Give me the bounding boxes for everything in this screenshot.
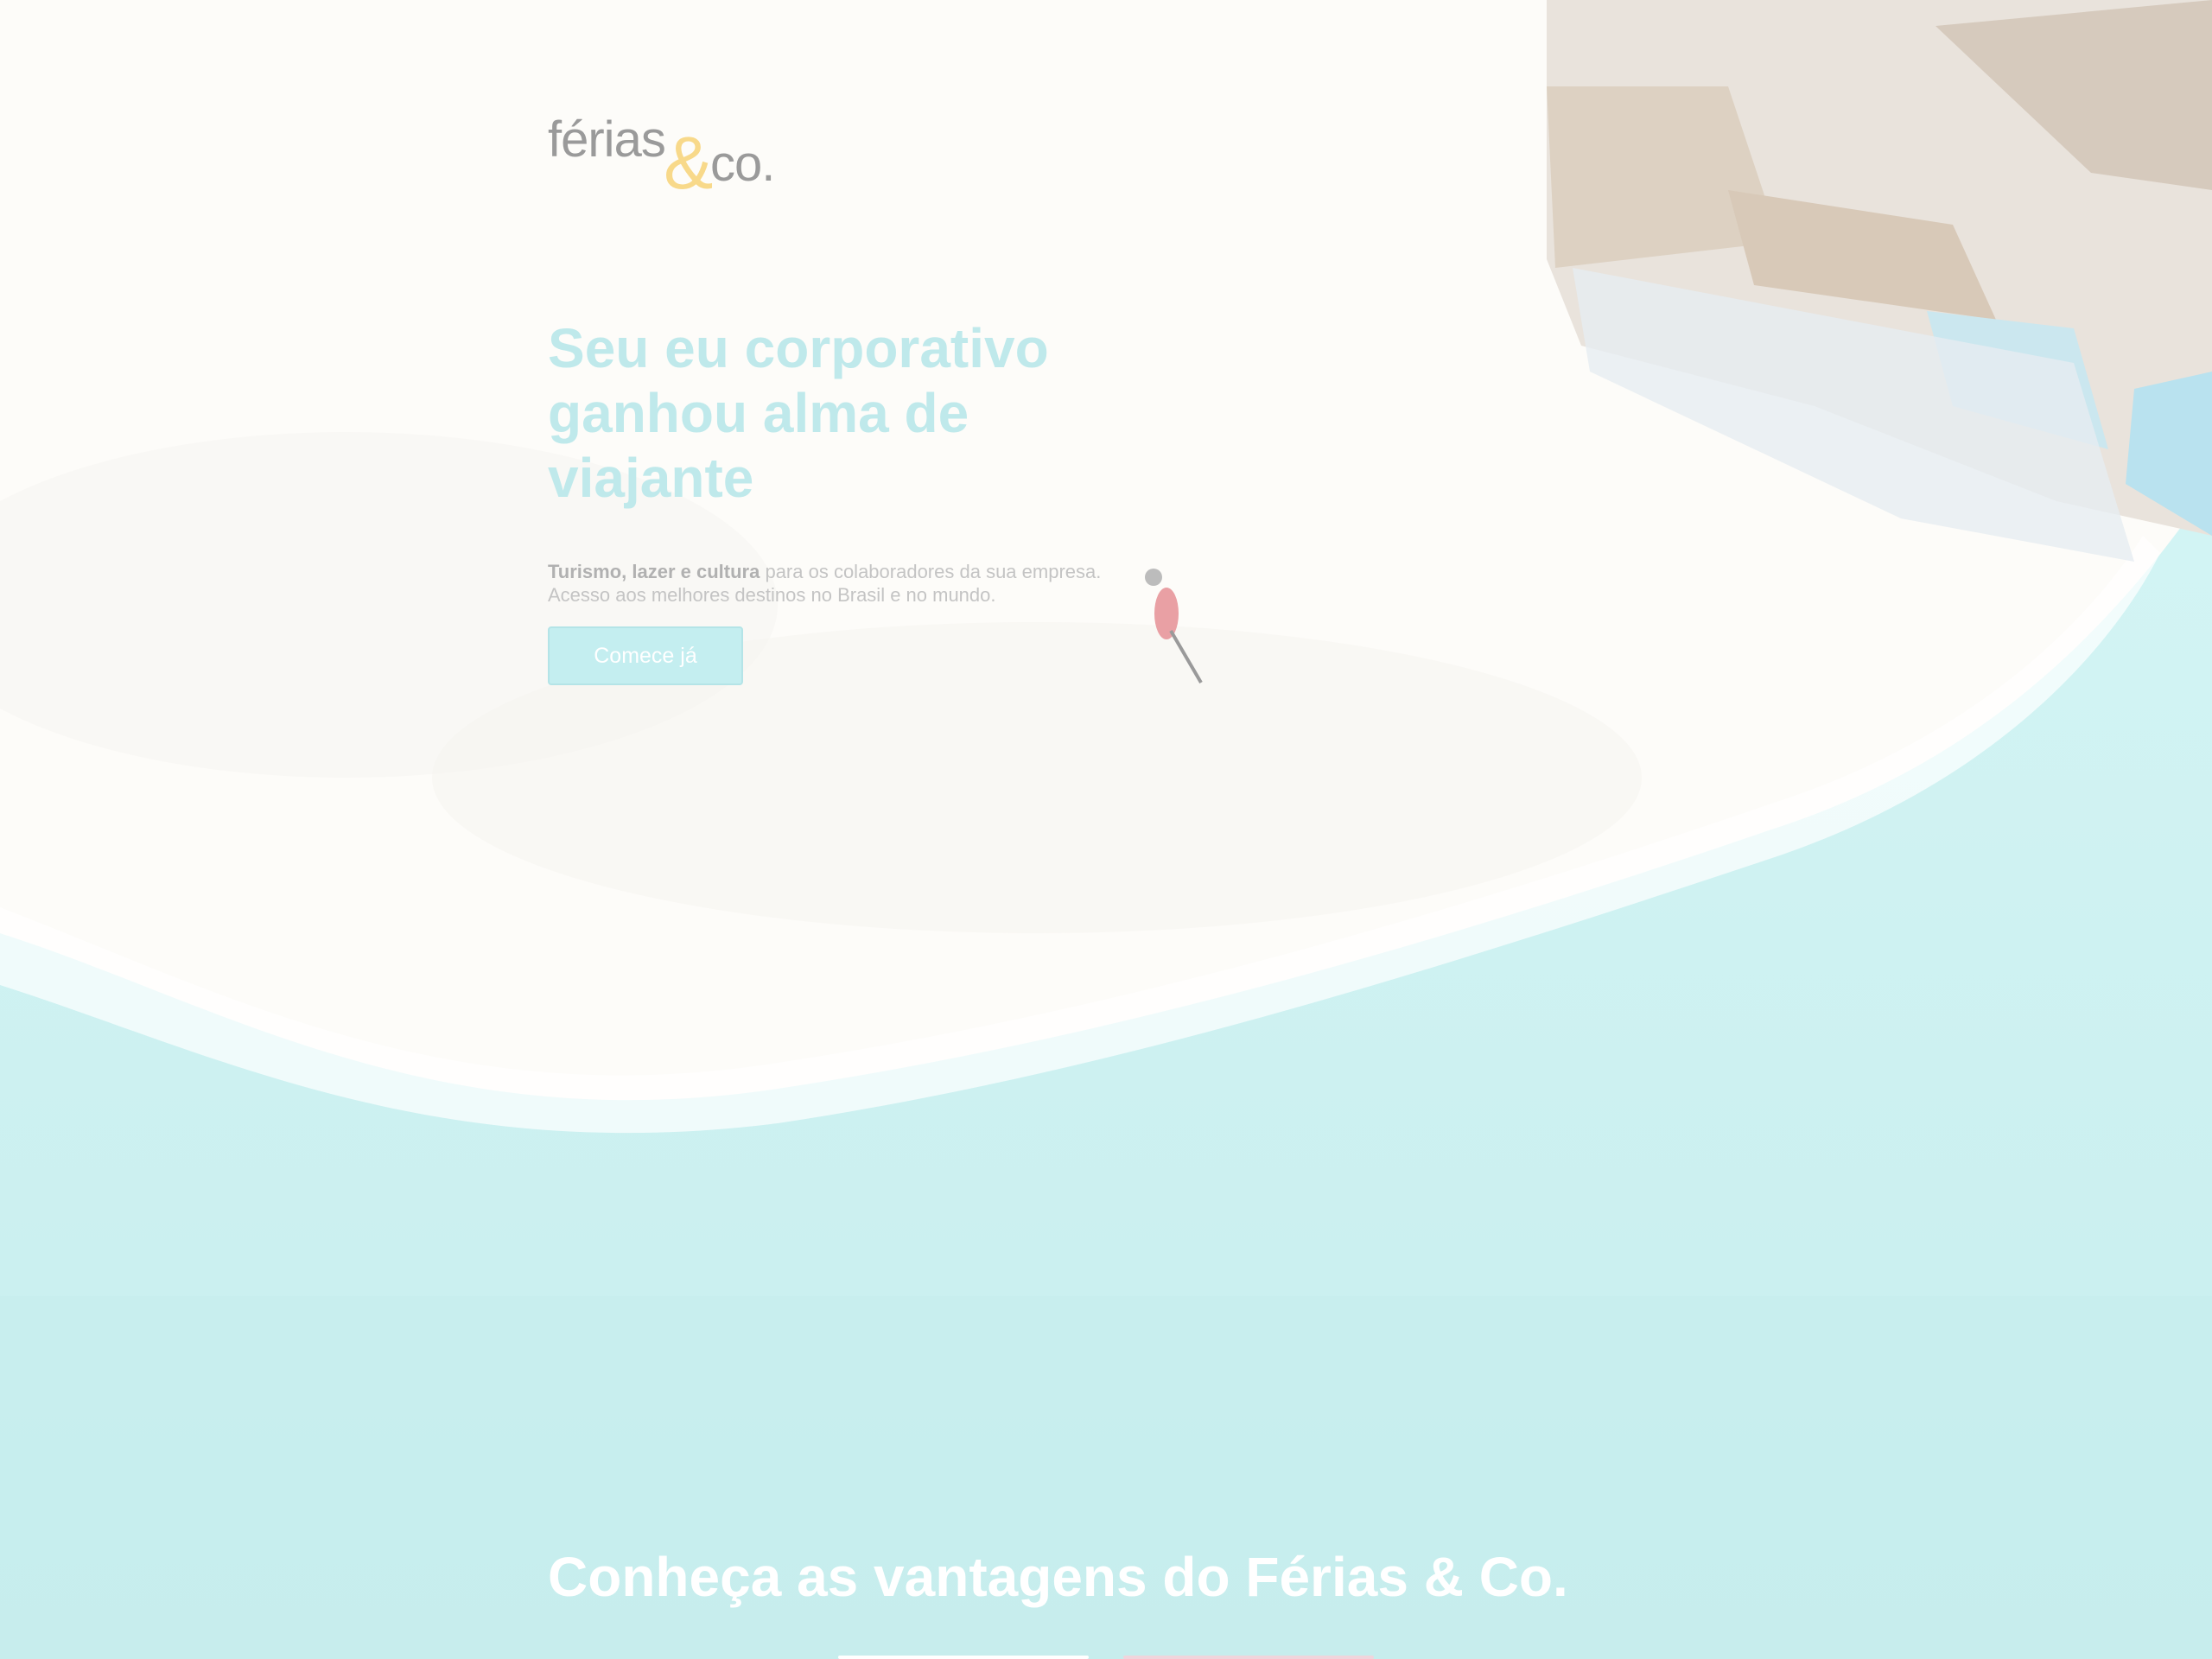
logo-wordmark: férias [548,111,666,168]
hero-subtext-highlight: Turismo, lazer e cultura [548,561,760,582]
landing-page: férias & co. Seu eu corporativo ganhou a… [0,0,2212,1659]
brand-logo[interactable]: férias & co. [548,111,790,205]
next-section-edge-right [1123,1656,1374,1659]
hero-headline: Seu eu corporativo ganhou alma de viajan… [548,317,1049,509]
hero-subtext: Turismo, lazer e cultura para os colabor… [548,560,1153,607]
hero-subtext-rest: para os colaboradores da sua empresa. [760,561,1102,582]
hero-subtext-line2: Acesso aos melhores destinos no Brasil e… [548,584,996,606]
start-now-button[interactable]: Comece já [548,626,743,685]
logo-suffix: co. [710,136,775,192]
logo-ampersand: & [664,122,714,205]
benefits-section-title: Conheça as vantagens do Férias & Co. [548,1546,1568,1608]
next-section-edge-left [838,1656,1089,1659]
